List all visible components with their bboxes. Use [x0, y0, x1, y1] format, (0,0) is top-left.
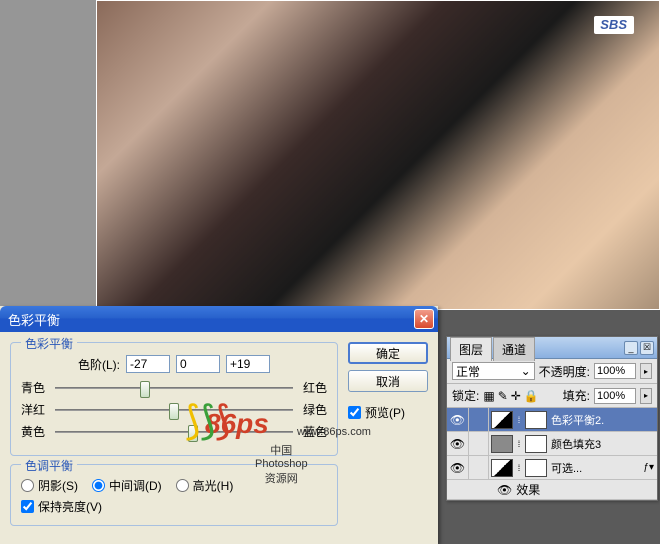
- close-icon: ✕: [419, 312, 429, 326]
- color-slider-2[interactable]: [55, 424, 293, 440]
- close-button[interactable]: ✕: [414, 309, 434, 329]
- slider-right-label: 红色: [299, 379, 327, 396]
- layer-row[interactable]: 👁 ⁞ 颜色填充3: [447, 432, 657, 456]
- mask-link-icon[interactable]: ⁞: [515, 415, 523, 425]
- mask-thumb-icon: [525, 459, 547, 477]
- lock-label: 锁定:: [452, 387, 479, 404]
- dialog-titlebar[interactable]: 色彩平衡 ✕: [0, 306, 438, 332]
- adjustment-thumb-icon: [491, 411, 513, 429]
- link-column[interactable]: [469, 456, 489, 479]
- slider-left-label: 青色: [21, 379, 49, 396]
- layer-name-label: 色彩平衡2.: [549, 412, 657, 428]
- slider-thumb-icon[interactable]: [188, 425, 198, 442]
- layer-list: 👁 ⁞ 色彩平衡2. 👁 ⁞ 颜色填充3 👁 ⁞ 可选... ƒ▾ 👁 效果: [447, 408, 657, 500]
- layers-panel: 图层 通道 _ ☒ 正常⌄ 不透明度: ▸ 锁定: ▦ ✎ ✛ 🔒 填充: ▸ …: [446, 336, 658, 501]
- midtones-radio[interactable]: 中间调(D): [92, 477, 162, 494]
- adjustment-thumb-icon: [491, 435, 513, 453]
- slider-left-label: 洋红: [21, 401, 49, 418]
- ok-button[interactable]: 确定: [348, 342, 428, 364]
- slider-thumb-icon[interactable]: [140, 381, 150, 398]
- lock-position-icon[interactable]: ✛: [511, 389, 521, 403]
- chevron-down-icon: ⌄: [521, 364, 531, 378]
- eye-icon: 👁: [450, 437, 465, 451]
- link-column[interactable]: [469, 408, 489, 431]
- level-cyan-red-input[interactable]: [126, 355, 170, 373]
- visibility-toggle[interactable]: 👁: [447, 432, 469, 455]
- eye-icon: 👁: [450, 461, 465, 475]
- broadcast-logo: SBS: [600, 17, 627, 32]
- color-slider-0[interactable]: [55, 380, 293, 396]
- eye-icon: 👁: [497, 483, 512, 497]
- slider-right-label: 蓝色: [299, 423, 327, 440]
- level-yellow-blue-input[interactable]: [226, 355, 270, 373]
- lock-all-icon[interactable]: 🔒: [524, 389, 539, 403]
- preview-checkbox[interactable]: 预览(P): [348, 404, 428, 421]
- fill-label: 填充:: [563, 387, 590, 404]
- link-column[interactable]: [469, 432, 489, 455]
- layer-name-label: 颜色填充3: [549, 436, 657, 452]
- opacity-flyout-icon[interactable]: ▸: [640, 363, 652, 379]
- tone-balance-fieldset: 色调平衡 阴影(S) 中间调(D) 高光(H) 保持亮度(V): [10, 464, 338, 526]
- mask-link-icon[interactable]: ⁞: [515, 439, 523, 449]
- lock-paint-icon[interactable]: ✎: [498, 389, 508, 403]
- mask-thumb-icon: [525, 435, 547, 453]
- adjustment-thumb-icon: [491, 459, 513, 477]
- slider-row-0: 青色 红色: [21, 379, 327, 396]
- opacity-label: 不透明度:: [539, 363, 590, 380]
- minimize-panel-icon[interactable]: _: [624, 341, 638, 355]
- fieldset-legend: 色彩平衡: [21, 335, 77, 352]
- layer-row[interactable]: 👁 ⁞ 可选... ƒ▾: [447, 456, 657, 480]
- close-panel-icon[interactable]: ☒: [640, 341, 654, 355]
- highlights-radio[interactable]: 高光(H): [176, 477, 234, 494]
- color-slider-1[interactable]: [55, 402, 293, 418]
- fieldset-legend: 色调平衡: [21, 457, 77, 474]
- slider-left-label: 黄色: [21, 423, 49, 440]
- slider-row-2: 黄色 蓝色: [21, 423, 327, 440]
- effects-row[interactable]: 👁 效果: [447, 480, 657, 500]
- dialog-title: 色彩平衡: [8, 310, 414, 329]
- blend-mode-select[interactable]: 正常⌄: [452, 362, 535, 380]
- visibility-toggle[interactable]: 👁: [447, 456, 469, 479]
- color-balance-fieldset: 色彩平衡 色阶(L): 青色 红色 洋红 绿色 黄色 蓝: [10, 342, 338, 456]
- fx-badge-icon[interactable]: ƒ▾: [640, 462, 657, 473]
- slider-right-label: 绿色: [299, 401, 327, 418]
- visibility-toggle[interactable]: 👁: [447, 408, 469, 431]
- slider-row-1: 洋红 绿色: [21, 401, 327, 418]
- cancel-button[interactable]: 取消: [348, 370, 428, 392]
- image-canvas[interactable]: SBS: [96, 0, 660, 310]
- levels-label: 色阶(L):: [78, 356, 120, 373]
- fill-input[interactable]: [594, 388, 636, 404]
- lock-transparency-icon[interactable]: ▦: [483, 389, 494, 403]
- mask-link-icon[interactable]: ⁞: [515, 463, 523, 473]
- effects-label: 效果: [516, 481, 540, 498]
- tab-layers[interactable]: 图层: [450, 337, 492, 361]
- mask-thumb-icon: [525, 411, 547, 429]
- eye-icon: 👁: [450, 413, 465, 427]
- layer-row[interactable]: 👁 ⁞ 色彩平衡2.: [447, 408, 657, 432]
- slider-thumb-icon[interactable]: [169, 403, 179, 420]
- fill-flyout-icon[interactable]: ▸: [640, 388, 652, 404]
- preserve-luminosity-checkbox[interactable]: 保持亮度(V): [21, 498, 327, 515]
- level-magenta-green-input[interactable]: [176, 355, 220, 373]
- tab-channels[interactable]: 通道: [493, 337, 535, 361]
- panel-header: 图层 通道 _ ☒: [447, 337, 657, 359]
- shadows-radio[interactable]: 阴影(S): [21, 477, 78, 494]
- layer-name-label: 可选...: [549, 460, 640, 476]
- color-balance-dialog: 色彩平衡 ✕ 色彩平衡 色阶(L): 青色 红色 洋红: [0, 306, 438, 544]
- opacity-input[interactable]: [594, 363, 636, 379]
